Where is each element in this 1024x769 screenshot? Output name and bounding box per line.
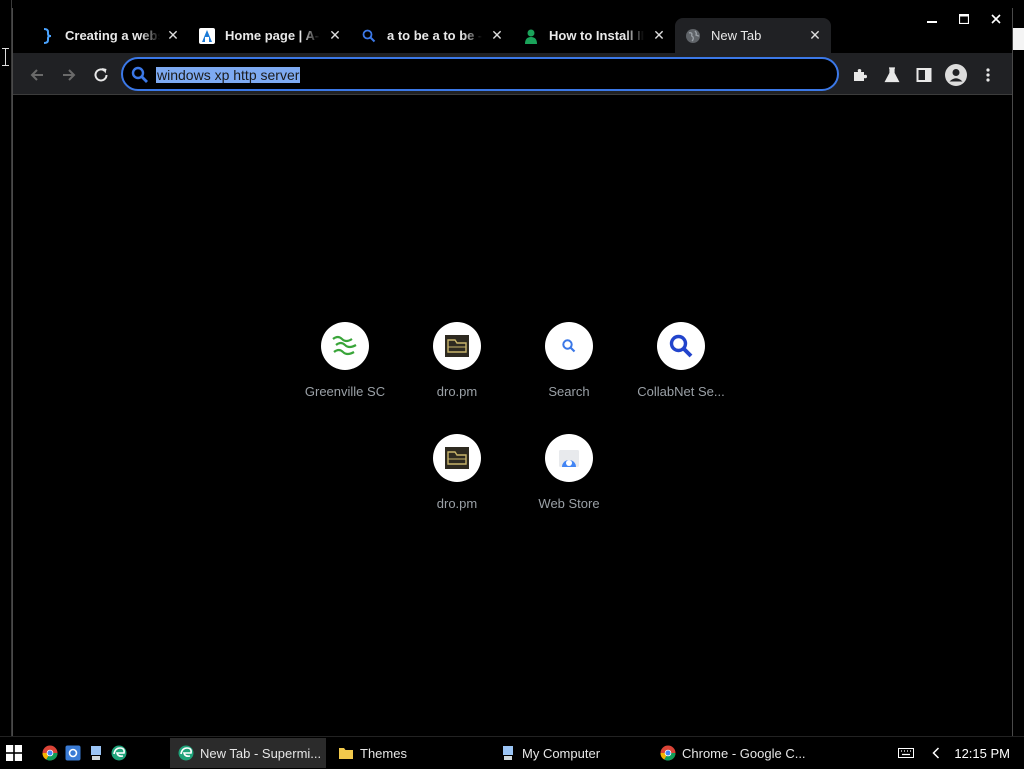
taskbar-item-my-computer[interactable]: My Computer — [492, 738, 648, 768]
shortcut-collabnet[interactable]: CollabNet Se... — [625, 322, 737, 422]
shortcut-search[interactable]: Search — [513, 322, 625, 422]
taskbar: New Tab - Supermi... Themes My Computer … — [0, 736, 1024, 768]
taskbar-item-chrome[interactable]: Chrome - Google C... — [652, 738, 808, 768]
tab-strip: Creating a websei ✕ Home page | A-te ✕ a… — [13, 8, 1012, 53]
tab-how-to-install-iis[interactable]: How to Install IIS ✕ — [513, 18, 675, 53]
background-window-fragment — [1013, 28, 1024, 50]
computer-quicklaunch-icon[interactable] — [88, 745, 104, 761]
extensions-button[interactable] — [846, 61, 874, 89]
close-tab-icon[interactable]: ✕ — [807, 27, 823, 43]
forward-button[interactable] — [55, 61, 83, 89]
close-tab-icon[interactable]: ✕ — [165, 27, 181, 43]
shortcut-web-store[interactable]: Web Store — [513, 434, 625, 534]
taskbar-item-themes[interactable]: Themes — [330, 738, 486, 768]
close-tab-icon[interactable]: ✕ — [489, 27, 505, 43]
puzzle-icon — [854, 69, 867, 81]
profile-button[interactable] — [942, 61, 970, 89]
avatar-icon — [945, 64, 967, 86]
web-store-icon — [545, 434, 593, 482]
keyboard-icon[interactable] — [898, 745, 915, 761]
shortcut-greenville-sc[interactable]: Greenville SC — [289, 322, 401, 422]
shortcut-dro-pm[interactable]: dro.pm — [401, 322, 513, 422]
arrow-left-icon — [30, 69, 43, 81]
magnifier-icon — [657, 322, 705, 370]
a-logo-icon — [199, 27, 215, 44]
bracket-icon — [39, 27, 55, 44]
settings-quicklaunch-icon[interactable] — [65, 745, 81, 761]
dro-pm-icon — [433, 322, 481, 370]
desktop: Creating a websei ✕ Home page | A-te ✕ a… — [0, 0, 1024, 736]
search-icon — [131, 66, 149, 89]
browser-toolbar: windows xp http server — [13, 53, 1012, 95]
menu-button[interactable] — [974, 61, 1002, 89]
edge-quicklaunch-icon[interactable] — [111, 745, 127, 761]
search-icon — [545, 322, 593, 370]
flask-icon — [884, 67, 900, 83]
text-cursor-icon — [2, 48, 10, 66]
chevron-left-icon[interactable] — [928, 745, 944, 761]
reload-icon — [94, 68, 108, 82]
browser-window: Creating a websei ✕ Home page | A-te ✕ a… — [12, 8, 1013, 736]
tab-home-page[interactable]: Home page | A-te ✕ — [189, 18, 351, 53]
clock[interactable]: 12:15 PM — [954, 746, 1010, 761]
edge-icon — [178, 745, 194, 761]
close-tab-icon[interactable]: ✕ — [327, 27, 343, 43]
close-tab-icon[interactable]: ✕ — [651, 27, 667, 43]
tab-creating-a-website[interactable]: Creating a websei ✕ — [29, 18, 189, 53]
back-button[interactable] — [23, 61, 51, 89]
minimize-button[interactable] — [916, 8, 948, 30]
search-icon — [361, 28, 377, 44]
address-bar-text[interactable]: windows xp http server — [156, 67, 301, 83]
maximize-button[interactable] — [948, 8, 980, 30]
start-button[interactable] — [6, 745, 22, 761]
dro-pm-icon — [433, 434, 481, 482]
globe-icon — [685, 28, 701, 44]
shortcut-dro-pm-2[interactable]: dro.pm — [401, 434, 513, 534]
chrome-quicklaunch-icon[interactable] — [42, 745, 58, 761]
tab-new-tab[interactable]: New Tab ✕ — [675, 18, 831, 53]
system-tray: 12:15 PM — [898, 737, 1024, 769]
new-tab-page: Greenville SC dro.pm Search CollabNet Se… — [13, 96, 1012, 736]
person-icon — [523, 28, 539, 44]
close-window-button[interactable] — [980, 8, 1012, 30]
greenville-logo-icon — [321, 322, 369, 370]
background-window-edge-right — [1013, 0, 1024, 736]
side-panel-icon — [916, 68, 932, 82]
folder-icon — [338, 745, 354, 761]
computer-icon — [500, 745, 516, 761]
arrow-right-icon — [63, 69, 76, 81]
windows-logo-icon — [6, 745, 22, 761]
reload-button[interactable] — [87, 61, 115, 89]
side-panel-button[interactable] — [910, 61, 938, 89]
background-window-edge — [0, 0, 12, 736]
chrome-icon — [660, 745, 676, 761]
kebab-menu-icon — [986, 68, 990, 82]
tab-a-to-be[interactable]: a to be a to be - S ✕ — [351, 18, 513, 53]
labs-button[interactable] — [878, 61, 906, 89]
address-bar[interactable]: windows xp http server — [121, 57, 839, 91]
window-controls — [916, 8, 1012, 30]
taskbar-item-new-tab[interactable]: New Tab - Supermi... — [170, 738, 326, 768]
